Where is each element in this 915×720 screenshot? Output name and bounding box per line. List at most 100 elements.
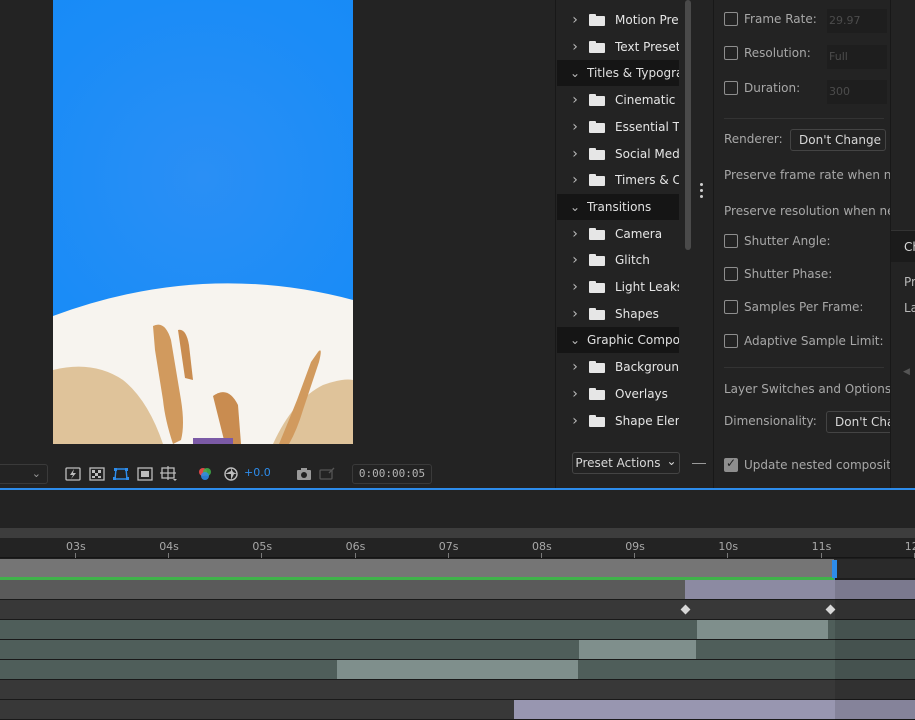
preset-folder[interactable]: › Cinematic Titles (557, 87, 679, 113)
work-area-end-handle[interactable] (832, 560, 837, 578)
update-nested-checkbox[interactable] (724, 456, 738, 472)
preset-label: Timers & Counters (615, 173, 679, 188)
renderer-label: Renderer: (724, 132, 783, 146)
layer-track[interactable] (0, 660, 915, 680)
time-navigator-bar[interactable] (0, 528, 915, 538)
chevron-right-icon[interactable]: › (567, 172, 583, 188)
frame-rate-row[interactable]: Frame Rate: (724, 12, 817, 26)
duration-checkbox[interactable] (724, 81, 738, 95)
current-time-display[interactable]: 0:00:00:05 (352, 464, 432, 484)
chevron-right-icon[interactable]: › (567, 359, 583, 375)
chevron-right-icon[interactable]: › (567, 119, 583, 135)
layer-bar[interactable] (579, 640, 696, 659)
dimensionality-dropdown[interactable]: Don't Change (826, 411, 890, 433)
preset-folder[interactable]: › Timers & Counters (557, 167, 679, 193)
chevron-down-icon[interactable]: ⌄ (567, 66, 583, 80)
preset-folder[interactable]: › Light Leaks (557, 274, 679, 300)
keyframe-icon[interactable] (680, 604, 691, 615)
frame-rate-checkbox[interactable] (724, 12, 738, 26)
shutter-angle-checkbox[interactable] (724, 234, 738, 248)
color-channels-icon[interactable] (196, 465, 214, 483)
preset-folder[interactable]: › Text Presets (557, 34, 679, 60)
frame-rate-field[interactable]: 29.97 (827, 9, 887, 33)
adaptive-sample-limit-row[interactable]: Adaptive Sample Limit: (724, 334, 884, 348)
layer-track[interactable] (0, 700, 915, 720)
layer-bar[interactable] (337, 660, 578, 679)
samples-per-frame-checkbox[interactable] (724, 300, 738, 314)
duration-row[interactable]: Duration: (724, 81, 800, 95)
preset-folder[interactable]: › Overlays (557, 381, 679, 407)
composition-preview[interactable] (53, 0, 353, 444)
resolution-checkbox[interactable] (724, 46, 738, 60)
mask-visibility-icon[interactable] (112, 465, 130, 483)
layer-track[interactable] (0, 600, 915, 620)
preset-category[interactable]: ⌄ Graphic Components (557, 327, 679, 354)
preset-label: Text Presets (615, 39, 679, 54)
region-of-interest-icon[interactable] (136, 465, 154, 483)
chevron-right-icon[interactable]: › (567, 413, 583, 429)
camera-snapshot-icon[interactable] (295, 465, 313, 483)
layer-bar[interactable] (697, 620, 828, 639)
preset-folder[interactable]: › Shapes (557, 301, 679, 327)
chevron-right-icon[interactable]: › (567, 12, 583, 28)
exposure-value[interactable]: +0.0 (244, 466, 271, 479)
chevron-right-icon[interactable]: › (567, 92, 583, 108)
preset-folder[interactable]: › Glitch (557, 247, 679, 273)
preserve-frame-rate-option[interactable]: Preserve frame rate when nested (724, 168, 890, 182)
shutter-angle-row[interactable]: Shutter Angle: (724, 234, 831, 248)
tab-character[interactable]: Ch (891, 230, 915, 262)
ruler-tick (727, 553, 729, 558)
chevron-right-icon[interactable]: › (567, 146, 583, 162)
preset-folder[interactable]: › Essential Titles (557, 114, 679, 140)
transparency-grid-icon[interactable] (88, 465, 106, 483)
preset-actions-button[interactable]: Preset Actions ⌄ (572, 452, 680, 474)
composition-viewer[interactable] (0, 0, 555, 460)
fast-previews-icon[interactable] (64, 465, 82, 483)
duration-field[interactable]: 300 (827, 80, 887, 104)
layer-track[interactable] (0, 620, 915, 640)
preset-category[interactable]: ⌄ Titles & Typography (557, 60, 679, 87)
preset-folder[interactable]: › Social Media (557, 141, 679, 167)
preset-folder[interactable]: › Motion Presets (557, 7, 679, 33)
work-area-bar[interactable] (0, 559, 834, 578)
update-nested-row[interactable]: Update nested compositions (724, 456, 890, 472)
layer-track[interactable] (0, 580, 915, 600)
resolution-row[interactable]: Resolution: (724, 46, 811, 60)
chevron-down-icon[interactable]: ⌄ (567, 333, 583, 347)
keyframe-icon[interactable] (825, 604, 836, 615)
renderer-row: Renderer: (724, 132, 783, 146)
layer-track[interactable] (0, 680, 915, 700)
magnification-dropdown[interactable]: ⌄ (0, 464, 48, 484)
show-snapshot-icon[interactable] (318, 465, 336, 483)
folder-icon (589, 120, 605, 133)
resolution-field[interactable]: Full (827, 45, 887, 69)
chevron-right-icon[interactable]: › (567, 252, 583, 268)
layer-track[interactable] (0, 640, 915, 660)
adaptive-sample-limit-checkbox[interactable] (724, 334, 738, 348)
preset-category[interactable]: ⌄ Transitions (557, 193, 679, 220)
dimensionality-row: Dimensionality: (724, 414, 817, 428)
exposure-reset-icon[interactable] (222, 465, 240, 483)
time-ruler[interactable]: 03s 04s 05s 06s 07s 08s 09s 10s 11s 12 (0, 538, 915, 558)
presets-scrollbar[interactable] (685, 0, 691, 250)
chevron-down-icon[interactable]: ⌄ (567, 200, 583, 214)
chevron-right-icon[interactable]: › (567, 386, 583, 402)
preset-folder[interactable]: › Shape Elements (557, 408, 679, 434)
ruler-label: 11s (811, 540, 832, 553)
ruler-label: 05s (252, 540, 273, 553)
panel-menu-icon[interactable] (700, 183, 704, 203)
preset-folder[interactable]: › Backgrounds (557, 354, 679, 380)
adaptive-sample-limit-label: Adaptive Sample Limit: (744, 334, 884, 348)
grid-guides-icon[interactable] (160, 465, 178, 483)
chevron-right-icon[interactable]: › (567, 279, 583, 295)
chevron-right-icon[interactable]: › (567, 306, 583, 322)
chevron-right-icon[interactable]: › (567, 39, 583, 55)
renderer-dropdown[interactable]: Don't Change (790, 129, 886, 151)
shutter-phase-row[interactable]: Shutter Phase: (724, 267, 832, 281)
preserve-resolution-option[interactable]: Preserve resolution when nested (724, 204, 890, 218)
preset-folder[interactable]: › Camera (557, 221, 679, 247)
shutter-phase-checkbox[interactable] (724, 267, 738, 281)
chevron-right-icon[interactable]: › (567, 226, 583, 242)
collapse-arrow-icon[interactable]: ◀ (903, 367, 910, 377)
samples-per-frame-row[interactable]: Samples Per Frame: (724, 300, 863, 314)
